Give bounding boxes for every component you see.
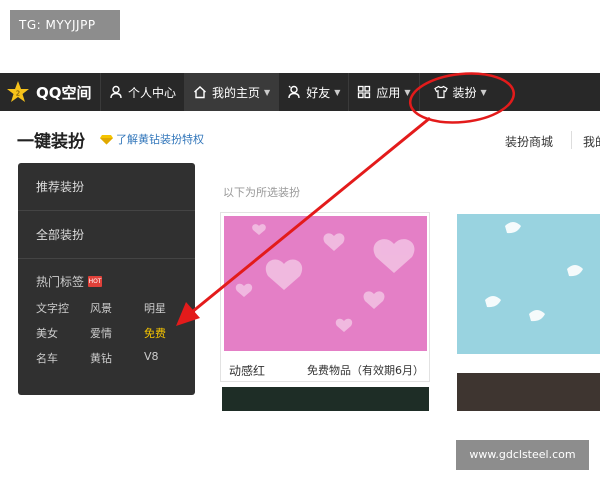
user-icon (110, 85, 122, 99)
apps-grid-icon (358, 85, 371, 99)
logo-text: QQ空间 (36, 83, 92, 102)
tag-item[interactable]: 黄钻 (90, 350, 144, 366)
tag-item[interactable]: 明星 (144, 300, 196, 316)
tag-item[interactable]: V8 (144, 350, 196, 366)
theme-preview-green[interactable] (222, 387, 429, 413)
qzone-logo[interactable]: 2 QQ空间 (0, 73, 100, 111)
friends-icon (288, 85, 300, 99)
hot-badge: HOT (88, 276, 103, 287)
nav-decorate[interactable]: 装扮 ▼ (418, 73, 495, 111)
hot-tags-title: 热门标签 (36, 275, 85, 289)
tag-item[interactable]: 文字控 (36, 300, 90, 316)
tshirt-icon (433, 85, 448, 99)
chevron-down-icon: ▼ (404, 87, 411, 97)
vip-privilege-link[interactable]: 了解黄钻装扮特权 (100, 131, 204, 147)
tag-item[interactable]: 爱情 (90, 325, 144, 341)
chevron-down-icon: ▼ (334, 87, 341, 97)
my-decoration-link[interactable]: 我的 (583, 133, 600, 150)
watermark-bottom: www.gdclsteel.com (456, 440, 589, 470)
theme-card[interactable]: 动感红 免费物品（有效期6月） (220, 212, 430, 382)
selection-caption: 以下为所选装扮 (223, 186, 300, 199)
page-title: 一键装扮 (17, 132, 85, 152)
theme-preview-dark[interactable] (457, 373, 600, 413)
header-divider (571, 131, 572, 149)
watermark-top: TG: MYYJJPP (10, 10, 120, 40)
hot-tags-heading: 热门标签 HOT (18, 259, 195, 290)
tag-item[interactable]: 美女 (36, 325, 90, 341)
nav-personal-center-label: 个人中心 (128, 85, 177, 100)
nav-apps[interactable]: 应用 ▼ (348, 73, 418, 111)
chevron-down-icon: ▼ (480, 87, 487, 97)
star-logo-icon: 2 (6, 80, 30, 104)
vip-privilege-link-label: 了解黄钻装扮特权 (116, 133, 204, 146)
theme-preview-hearts (224, 216, 427, 351)
tag-item[interactable]: 名车 (36, 350, 90, 366)
hot-tags-grid: 文字控 风景 明星 美女 爱情 免费 名车 黄钻 V8 (36, 300, 196, 366)
diamond-icon (100, 134, 113, 144)
sidebar-item-all[interactable]: 全部装扮 (18, 211, 195, 259)
screenshot-root: TG: MYYJJPP 2 QQ空间 个人中心 我的主页 ▼ 好友 ▼ 应用 ▼ (0, 0, 600, 480)
nav-my-homepage-label: 我的主页 (212, 85, 261, 100)
theme-name: 动感红 (229, 364, 266, 378)
home-icon (194, 86, 206, 99)
theme-meta: 免费物品（有效期6月） (307, 364, 424, 377)
category-sidebar: 推荐装扮 全部装扮 热门标签 HOT 文字控 风景 明星 美女 爱情 免费 名车… (18, 163, 195, 395)
sidebar-item-recommended[interactable]: 推荐装扮 (18, 163, 195, 211)
top-navbar: 2 QQ空间 个人中心 我的主页 ▼ 好友 ▼ 应用 ▼ 装扮 ▼ (0, 73, 600, 111)
tag-item[interactable]: 风景 (90, 300, 144, 316)
nav-decorate-label: 装扮 (452, 85, 477, 100)
theme-preview-birds[interactable] (457, 214, 600, 354)
nav-personal-center[interactable]: 个人中心 (100, 73, 184, 111)
chevron-down-icon: ▼ (264, 87, 271, 97)
nav-apps-label: 应用 (376, 85, 401, 100)
nav-friends[interactable]: 好友 ▼ (278, 73, 348, 111)
nav-friends-label: 好友 (306, 85, 331, 100)
svg-text:2: 2 (16, 90, 20, 98)
nav-my-homepage[interactable]: 我的主页 ▼ (184, 73, 279, 111)
decoration-shop-link[interactable]: 装扮商城 (505, 133, 553, 150)
tag-item-selected[interactable]: 免费 (144, 325, 196, 341)
